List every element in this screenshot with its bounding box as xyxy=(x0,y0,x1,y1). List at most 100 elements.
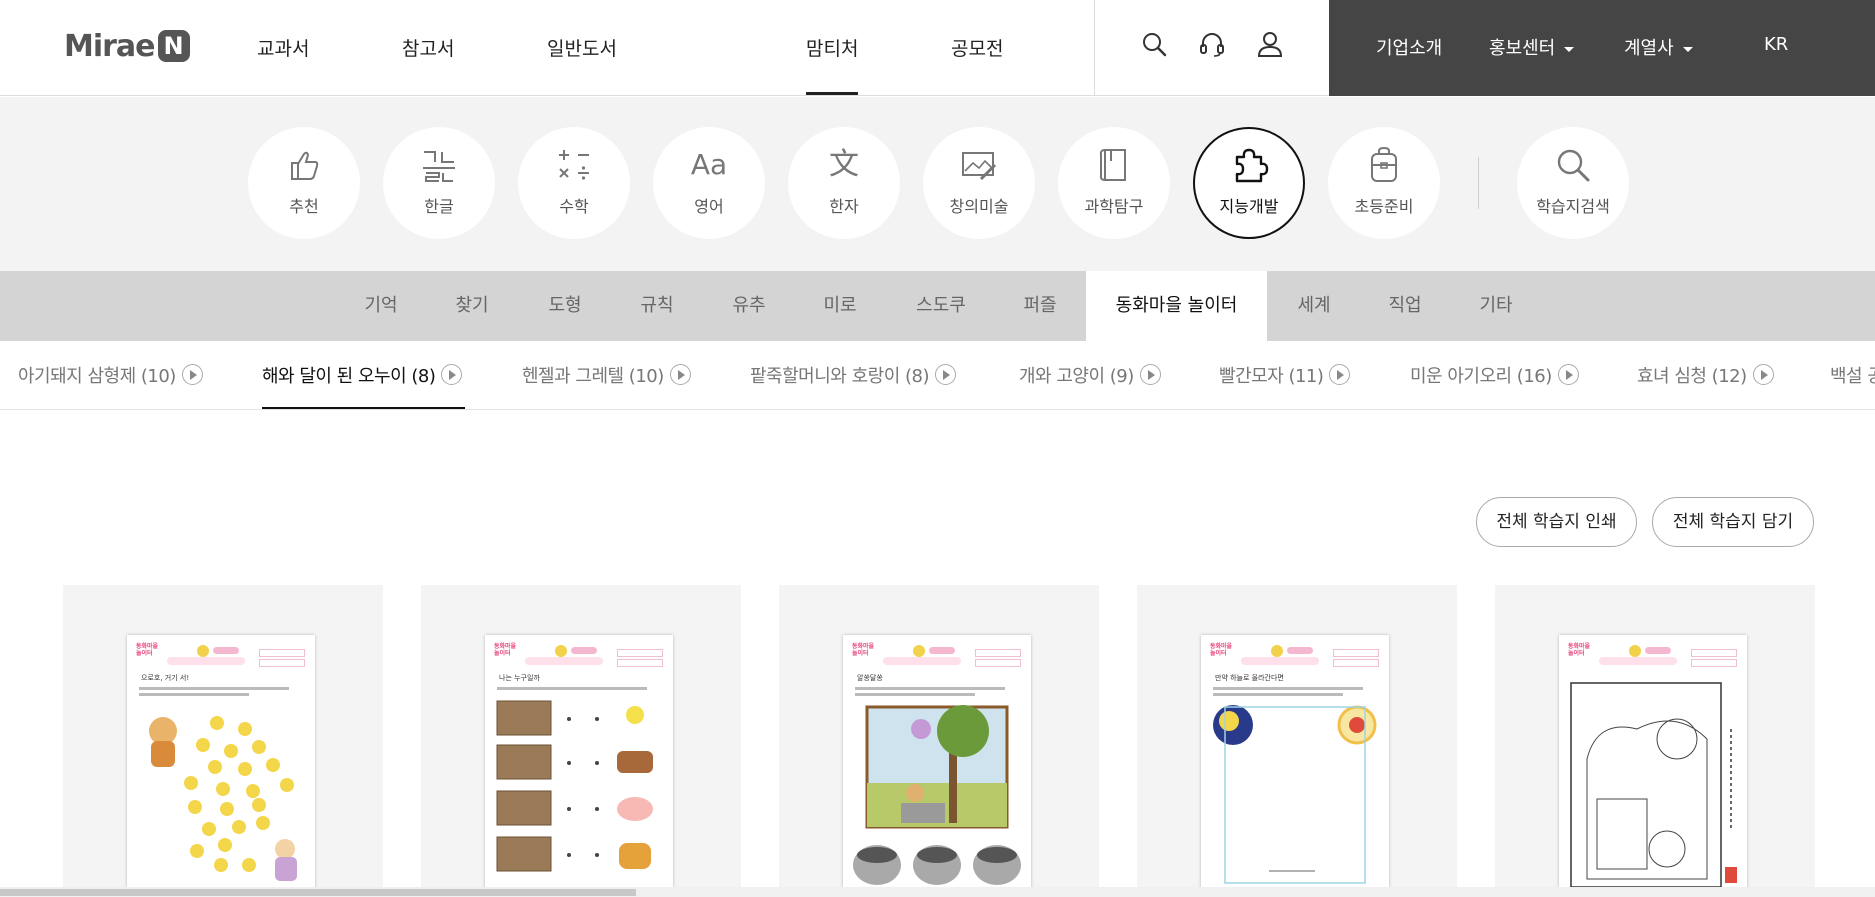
save-all-button[interactable]: 전체 학습지 담기 xyxy=(1652,497,1814,547)
tab-analogy[interactable]: 유추 xyxy=(716,271,782,341)
tab-shape[interactable]: 도형 xyxy=(532,271,598,341)
worksheet-card[interactable]: 동화마을 놀이터 으로호, 거기 서! xyxy=(63,585,383,897)
picture-brush-icon xyxy=(959,145,999,185)
instruction-line xyxy=(855,687,1005,690)
tab-puzzle[interactable]: 퍼즐 xyxy=(1007,271,1073,341)
tab-fairytale-playground[interactable]: 동화마을 놀이터 xyxy=(1086,271,1267,341)
instruction-line xyxy=(855,693,975,696)
story-tab-hansel-gretel[interactable]: 헨젤과 그레텔 (10) xyxy=(522,362,691,388)
category-intelligence[interactable]: 지능개발 xyxy=(1193,127,1305,239)
nav-reference-book[interactable]: 참고서 xyxy=(402,34,454,61)
category-hangul[interactable]: 한글 xyxy=(383,127,495,239)
headset-icon[interactable] xyxy=(1198,30,1226,58)
worksheet-card[interactable]: 동화마을 놀이터 xyxy=(1495,585,1815,897)
mirae-n-logo[interactable]: Mirae N xyxy=(64,28,190,64)
worksheet-title-bar xyxy=(1241,657,1319,665)
tab-sudoku[interactable]: 스도쿠 xyxy=(903,271,979,341)
play-icon[interactable] xyxy=(1557,364,1579,385)
category-label: 초등준비 xyxy=(1354,197,1414,216)
worksheet-search-button[interactable]: 학습지검색 xyxy=(1517,127,1629,239)
tab-memory[interactable]: 기억 xyxy=(348,271,414,341)
language-selector[interactable]: KR xyxy=(1764,34,1788,55)
corporate-menu: 기업소개 홍보센터 계열사 KR xyxy=(1329,0,1875,96)
date-field xyxy=(1691,659,1737,667)
category-bar: 추천 한글 수학 Aa 영어 文 한자 창의미술 과학탐구 지능개발 초등준비 … xyxy=(0,97,1875,271)
play-icon[interactable] xyxy=(1752,364,1774,385)
level-badge xyxy=(1287,647,1313,654)
nav-mom-teacher[interactable]: 맘티처 xyxy=(806,34,858,61)
story-tab-three-pigs[interactable]: 아기돼지 삼형제 (10) xyxy=(18,362,203,388)
level-badge xyxy=(213,647,239,654)
play-icon[interactable] xyxy=(1329,364,1351,385)
worksheet-thumbnail: 동화마을 놀이터 나는 누구일까 xyxy=(485,635,673,897)
play-icon[interactable] xyxy=(669,364,691,385)
search-icon[interactable] xyxy=(1140,30,1168,58)
category-school-prep[interactable]: 초등준비 xyxy=(1328,127,1440,239)
print-all-button[interactable]: 전체 학습지 인쇄 xyxy=(1476,497,1637,547)
story-tab-red-riding-hood[interactable]: 빨간모자 (11) xyxy=(1219,362,1351,388)
nav-textbook[interactable]: 교과서 xyxy=(257,34,309,61)
instruction-line xyxy=(1213,687,1363,690)
tree-well-illustration xyxy=(853,705,1021,885)
story-tab-porridge-grandma[interactable]: 팥죽할머니와 호랑이 (8) xyxy=(750,362,956,388)
worksheet-heading: 알쏭달쏭 xyxy=(857,674,883,682)
worksheet-thumbnail: 동화마을 놀이터 으로호, 거기 서! xyxy=(127,635,315,897)
tab-world[interactable]: 세계 xyxy=(1281,271,1347,341)
tab-etc[interactable]: 기타 xyxy=(1463,271,1529,341)
corp-affiliates[interactable]: 계열사 xyxy=(1624,34,1693,60)
worksheet-card[interactable]: 동화마을 놀이터 만약 하늘로 올라간다면 xyxy=(1137,585,1457,897)
play-icon[interactable] xyxy=(181,364,203,385)
category-hanja[interactable]: 文 한자 xyxy=(788,127,900,239)
corp-pr-center-label: 홍보센터 xyxy=(1489,38,1556,59)
tab-job[interactable]: 직업 xyxy=(1372,271,1438,341)
story-tab-label: 팥죽할머니와 호랑이 (8) xyxy=(750,366,929,387)
category-label: 과학탐구 xyxy=(1084,197,1144,216)
category-science[interactable]: 과학탐구 xyxy=(1058,127,1170,239)
horizontal-scrollbar-thumb[interactable] xyxy=(0,889,636,896)
story-tab-simcheong[interactable]: 효녀 심청 (12) xyxy=(1637,362,1774,388)
moon-icon xyxy=(555,645,567,657)
instruction-line xyxy=(497,687,647,690)
story-tab-label: 미운 아기오리 (16) xyxy=(1410,366,1552,387)
category-english[interactable]: Aa 영어 xyxy=(653,127,765,239)
corp-affiliates-label: 계열사 xyxy=(1624,38,1674,59)
worksheet-card[interactable]: 동화마을 놀이터 알쏭달쏭 xyxy=(779,585,1099,897)
story-tab-label: 개와 고양이 (9) xyxy=(1019,366,1134,387)
corp-about[interactable]: 기업소개 xyxy=(1376,34,1442,60)
category-math[interactable]: 수학 xyxy=(518,127,630,239)
worksheet-title-bar xyxy=(167,657,245,665)
nav-general-book[interactable]: 일반도서 xyxy=(547,34,617,61)
play-icon[interactable] xyxy=(441,364,463,385)
corp-pr-center[interactable]: 홍보센터 xyxy=(1489,34,1575,60)
window-animal-matching-illustration xyxy=(496,700,653,872)
header-icon-group xyxy=(1094,0,1328,96)
category-label: 영어 xyxy=(694,197,724,216)
date-field xyxy=(1333,659,1379,667)
site-header: Mirae N 교과서 참고서 일반도서 맘티처 공모전 기업소개 홍보센터 계… xyxy=(0,0,1875,96)
magnifier-icon xyxy=(1553,145,1593,185)
level-badge xyxy=(1645,647,1671,654)
category-recommend[interactable]: 추천 xyxy=(248,127,360,239)
nav-contest[interactable]: 공모전 xyxy=(951,34,1003,61)
tiger-grandma-illustration xyxy=(149,716,297,881)
story-tab-ugly-duckling[interactable]: 미운 아기오리 (16) xyxy=(1410,362,1579,388)
story-active-indicator xyxy=(262,407,465,409)
user-icon[interactable] xyxy=(1256,30,1284,58)
play-icon[interactable] xyxy=(934,364,956,385)
category-creative-art[interactable]: 창의미술 xyxy=(923,127,1035,239)
tab-find[interactable]: 찾기 xyxy=(439,271,505,341)
worksheet-title-bar xyxy=(883,657,961,665)
story-tab-dog-cat[interactable]: 개와 고양이 (9) xyxy=(1019,362,1161,388)
puzzle-icon xyxy=(1229,145,1269,185)
story-tab-sun-moon[interactable]: 해와 달이 된 오누이 (8) xyxy=(262,362,463,388)
worksheet-title-bar xyxy=(1599,657,1677,665)
worksheet-header: 동화마을 놀이터 xyxy=(1559,635,1747,671)
story-tab-snow-white[interactable]: 백설 공주 xyxy=(1830,362,1875,388)
playground-logo: 동화마을 놀이터 xyxy=(136,643,159,657)
story-tab-label: 헨젤과 그레텔 (10) xyxy=(522,366,664,387)
play-icon[interactable] xyxy=(1139,364,1161,385)
moon-icon xyxy=(1629,645,1641,657)
tab-maze[interactable]: 미로 xyxy=(807,271,873,341)
tab-rule[interactable]: 규칙 xyxy=(624,271,690,341)
worksheet-card[interactable]: 동화마을 놀이터 나는 누구일까 xyxy=(421,585,741,897)
